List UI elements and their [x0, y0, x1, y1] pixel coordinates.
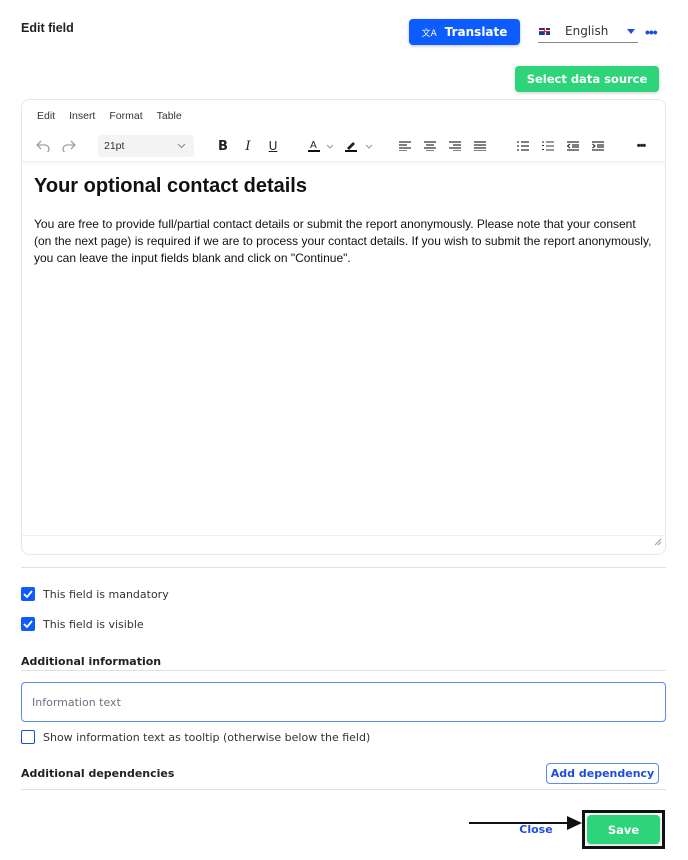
- chevron-down-icon: [177, 140, 186, 152]
- align-right-icon[interactable]: [448, 132, 462, 160]
- highlight-dropdown-icon[interactable]: [364, 132, 374, 160]
- editor-statusbar: [22, 535, 665, 554]
- outdent-icon[interactable]: [566, 132, 580, 160]
- language-selected: English: [565, 24, 609, 38]
- menu-edit[interactable]: Edit: [37, 110, 55, 122]
- resize-handle-icon[interactable]: [654, 533, 662, 551]
- text-color-icon[interactable]: A: [306, 132, 322, 160]
- font-size-value: 21pt: [104, 140, 125, 152]
- menu-table[interactable]: Table: [157, 110, 182, 122]
- save-button[interactable]: Save: [587, 815, 660, 844]
- close-button[interactable]: Close: [512, 820, 560, 838]
- divider: [21, 789, 666, 790]
- tooltip-checkbox[interactable]: [21, 730, 35, 744]
- menu-insert[interactable]: Insert: [69, 110, 95, 122]
- translate-label: Translate: [444, 25, 508, 39]
- uk-flag-icon: [539, 27, 550, 35]
- content-heading: Your optional contact details: [34, 175, 307, 197]
- align-justify-icon[interactable]: [473, 132, 487, 160]
- font-size-select[interactable]: 21pt: [98, 135, 194, 157]
- svg-text:A: A: [310, 140, 317, 151]
- translate-button[interactable]: 文A Translate: [409, 19, 520, 45]
- editor-content[interactable]: Your optional contact details You are fr…: [34, 175, 653, 267]
- language-select[interactable]: English: [538, 20, 638, 43]
- editor-toolbar: 21pt B I U A •••: [22, 132, 665, 162]
- text-color-dropdown-icon[interactable]: [325, 132, 335, 160]
- information-text-input[interactable]: [21, 682, 666, 722]
- redo-icon[interactable]: [60, 132, 78, 160]
- translate-icon: 文A: [421, 28, 437, 39]
- highlight-icon[interactable]: [343, 132, 359, 160]
- divider: [21, 670, 666, 671]
- caret-down-icon: [627, 28, 635, 34]
- more-options-icon[interactable]: •••: [645, 25, 658, 39]
- numbered-list-icon[interactable]: [541, 132, 555, 160]
- tooltip-label: Show information text as tooltip (otherw…: [43, 730, 371, 744]
- align-center-icon[interactable]: [423, 132, 437, 160]
- content-paragraph: You are free to provide full/partial con…: [34, 217, 652, 265]
- mandatory-option: This field is mandatory: [21, 587, 169, 601]
- mandatory-checkbox[interactable]: [21, 587, 35, 601]
- undo-icon[interactable]: [34, 132, 52, 160]
- divider: [21, 567, 666, 568]
- add-dependency-button[interactable]: Add dependency: [546, 763, 659, 784]
- visible-label: This field is visible: [43, 617, 144, 631]
- bold-button[interactable]: B: [214, 132, 232, 160]
- bullet-list-icon[interactable]: [516, 132, 530, 160]
- select-data-source-button[interactable]: Select data source: [515, 66, 659, 92]
- more-toolbar-icon[interactable]: •••: [633, 132, 649, 160]
- menu-format[interactable]: Format: [109, 110, 142, 122]
- italic-button[interactable]: I: [239, 132, 257, 160]
- mandatory-label: This field is mandatory: [43, 587, 169, 601]
- indent-icon[interactable]: [591, 132, 605, 160]
- rich-text-editor: Edit Insert Format Table 21pt B I U A ••…: [21, 99, 666, 555]
- align-left-icon[interactable]: [398, 132, 412, 160]
- editor-menubar: Edit Insert Format Table: [22, 100, 665, 132]
- visible-checkbox[interactable]: [21, 617, 35, 631]
- dialog-title: Edit field: [21, 21, 74, 35]
- underline-button[interactable]: U: [264, 132, 282, 160]
- additional-dependencies-heading: Additional dependencies: [21, 767, 175, 780]
- additional-information-heading: Additional information: [21, 655, 162, 668]
- visible-option: This field is visible: [21, 617, 144, 631]
- tooltip-option: Show information text as tooltip (otherw…: [21, 730, 370, 744]
